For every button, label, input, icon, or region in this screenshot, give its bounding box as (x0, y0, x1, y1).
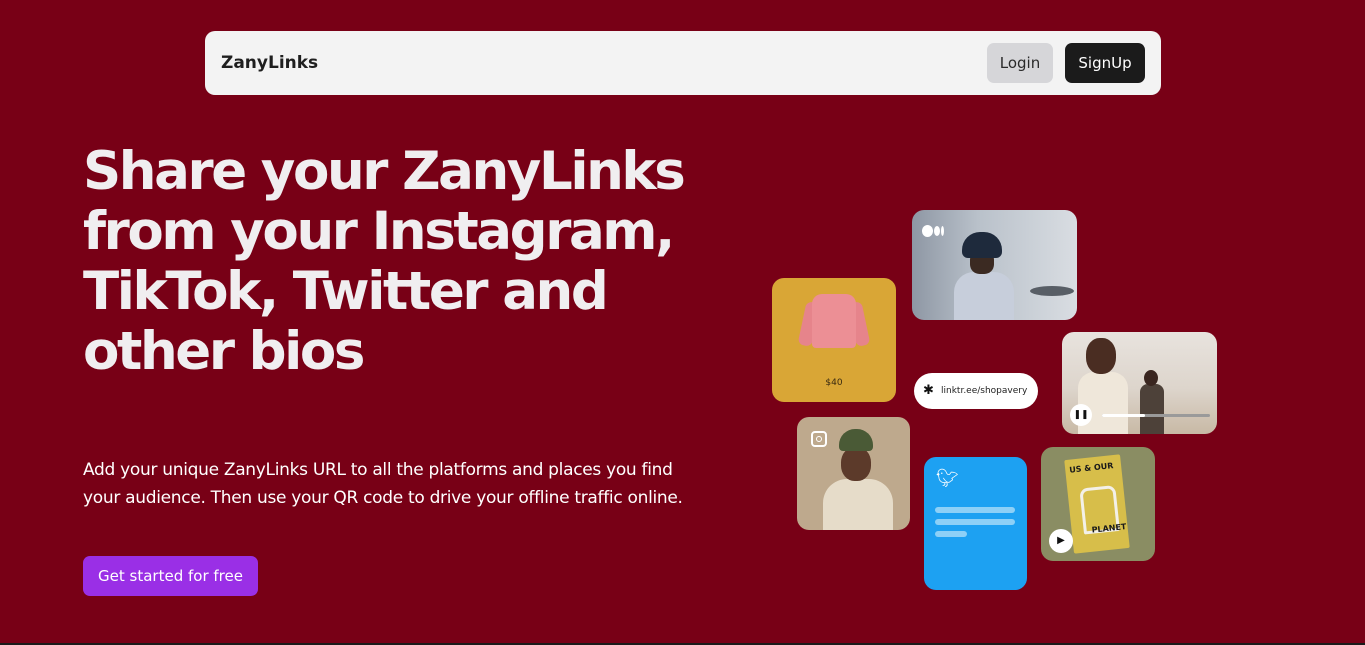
instagram-card (797, 417, 910, 530)
book-card: US & OUR PLANET ▶ (1041, 447, 1155, 561)
medium-icon (922, 225, 946, 237)
tweet-text-line (935, 519, 1015, 525)
pause-icon: ❚❚ (1070, 404, 1092, 426)
person-photo (1140, 370, 1164, 434)
login-button[interactable]: Login (987, 43, 1053, 83)
landing-page: ZanyLinks Login SignUp Share your ZanyLi… (0, 0, 1365, 645)
tweet-text-line (935, 531, 967, 537)
twitter-icon: 🐦︎ (936, 468, 959, 489)
play-icon: ▶ (1049, 529, 1073, 553)
hero-title: Share your ZanyLinks from your Instagram… (83, 141, 686, 382)
sweater-image (812, 294, 856, 348)
video-card: ❚❚ (1062, 332, 1217, 434)
person-photo (954, 228, 1014, 320)
video-progress-bar (1102, 414, 1210, 417)
linktree-icon: ✱ (923, 383, 934, 398)
signup-button[interactable]: SignUp (1065, 43, 1145, 83)
book-cover: US & OUR PLANET (1064, 454, 1130, 554)
product-price: $40 (825, 378, 843, 388)
brand-logo[interactable]: ZanyLinks (221, 31, 318, 95)
video-progress-fill (1102, 414, 1146, 417)
book-title-top: US & OUR (1068, 461, 1114, 475)
person-photo (823, 427, 893, 530)
medium-photo-card (912, 210, 1077, 320)
link-pill: ✱ linktr.ee/shopavery (914, 373, 1038, 409)
navbar: ZanyLinks Login SignUp (205, 31, 1161, 95)
instagram-icon (811, 431, 827, 447)
tweet-text-line (935, 507, 1015, 513)
hero-description: Add your unique ZanyLinks URL to all the… (83, 460, 683, 508)
twitter-card: 🐦︎ (924, 457, 1027, 590)
get-started-button[interactable]: Get started for free (83, 556, 258, 596)
table-shape (1030, 286, 1074, 296)
link-pill-text: linktr.ee/shopavery (941, 386, 1028, 396)
product-card: $40 (772, 278, 896, 402)
